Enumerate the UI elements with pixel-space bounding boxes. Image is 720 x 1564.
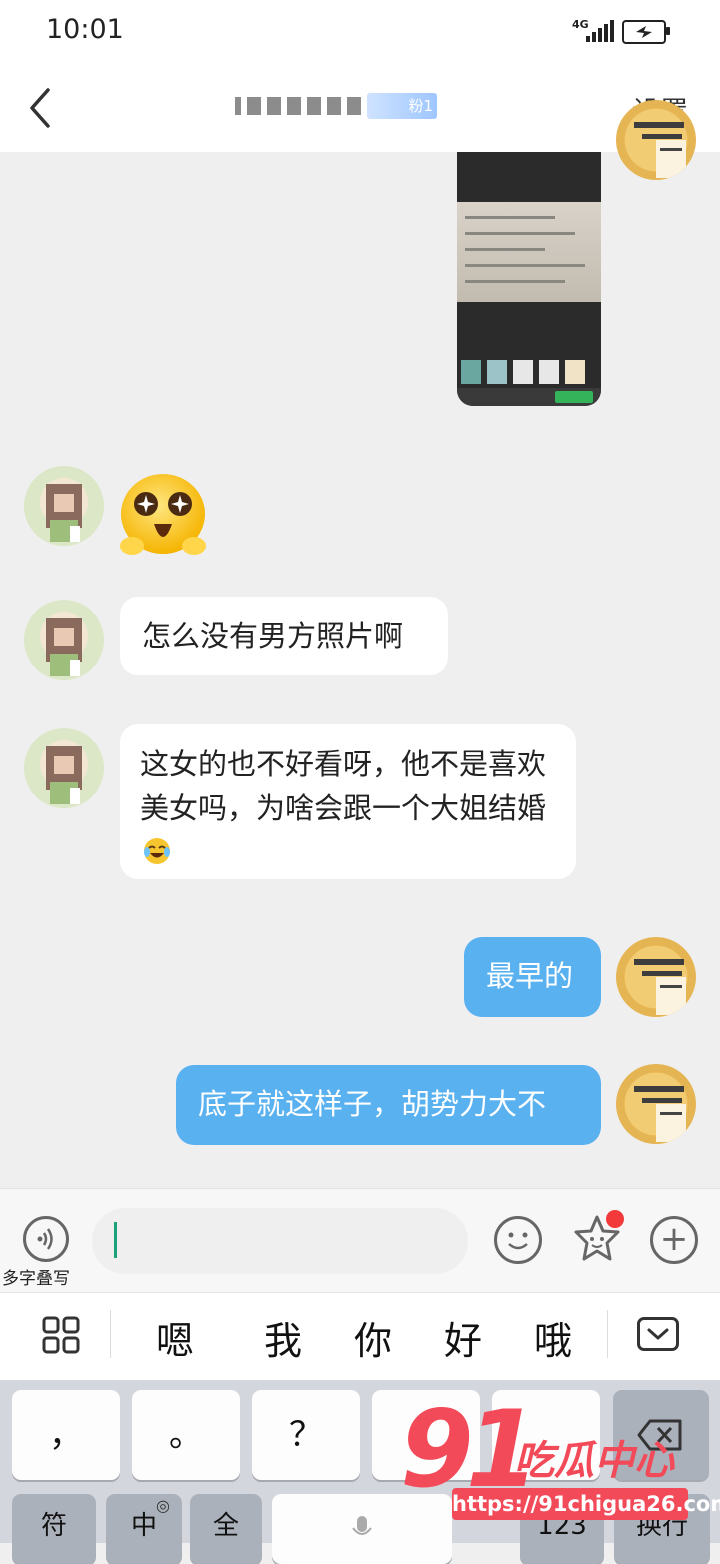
self-avatar[interactable] [616,937,696,1017]
divider [110,1310,111,1358]
microphone-icon [352,1516,372,1535]
message-bubble-sent[interactable]: 底子就这样子，胡势力大不 [176,1065,601,1145]
contact-avatar[interactable] [24,466,104,546]
image-message[interactable] [457,152,601,406]
voice-input-button[interactable] [23,1216,69,1262]
battery-icon [622,20,666,44]
suggestion-word[interactable]: 哦 [534,1310,572,1365]
back-button[interactable] [26,86,76,130]
status-time: 10:01 [46,14,124,45]
message-text: 这女的也不好看呀，他不是喜欢美女吗，为啥会跟一个大姐结婚 [140,747,547,825]
suggestion-word[interactable]: 你 [354,1310,392,1365]
chat-title: 粉1 [235,90,485,126]
contact-avatar[interactable] [24,600,104,680]
globe-icon: ◎ [156,1496,170,1515]
image-thumb-strip [457,357,601,387]
message-bubble-received[interactable]: 怎么没有男方照片啊 [120,597,448,675]
starry-eyes-emoji[interactable] [118,470,208,562]
laugh-cry-emoji [142,834,172,864]
title-badge: 粉1 [367,92,437,119]
watermark-url: https://91chigua26.com [452,1488,720,1520]
signal-icon [586,20,616,42]
message-bubble-sent[interactable]: 最早的 [464,937,601,1017]
key-period[interactable]: 。 [132,1390,240,1480]
voice-mode-label: 多字叠写 [2,1269,70,1289]
more-plus-button[interactable]: + [650,1216,698,1264]
chevron-down-icon [647,1328,669,1340]
battery-cap [666,27,670,35]
divider [607,1310,608,1358]
watermark-logo: 91 [400,1388,539,1511]
notification-dot [606,1210,624,1228]
self-avatar[interactable] [616,1064,696,1144]
chevron-left-icon [30,88,50,128]
self-avatar[interactable] [616,100,696,180]
image-thumbnail [457,202,601,302]
smiley-icon [508,1232,528,1250]
key-comma[interactable]: ， [12,1390,120,1480]
key-question[interactable]: ？ [252,1390,360,1480]
sound-wave-icon [37,1228,53,1250]
key-chinese[interactable]: 中 [106,1494,182,1564]
grid-menu-icon[interactable] [42,1316,80,1354]
watermark-text: 吃瓜中心 [514,1438,674,1484]
key-fullwidth[interactable]: 全 [190,1494,262,1564]
message-bubble-received[interactable]: 这女的也不好看呀，他不是喜欢美女吗，为啥会跟一个大姐结婚 [120,724,576,879]
emoji-button[interactable] [494,1216,542,1264]
key-symbols[interactable]: 符 [12,1494,96,1564]
message-input[interactable] [92,1208,468,1274]
contact-avatar[interactable] [24,728,104,808]
image-send-badge [555,391,593,403]
suggestion-word[interactable]: 好 [444,1310,482,1365]
suggestion-word[interactable]: 我 [264,1310,302,1365]
suggestion-word[interactable]: 嗯 [156,1310,194,1365]
text-caret [114,1222,117,1258]
collapse-keyboard-button[interactable] [637,1317,679,1351]
